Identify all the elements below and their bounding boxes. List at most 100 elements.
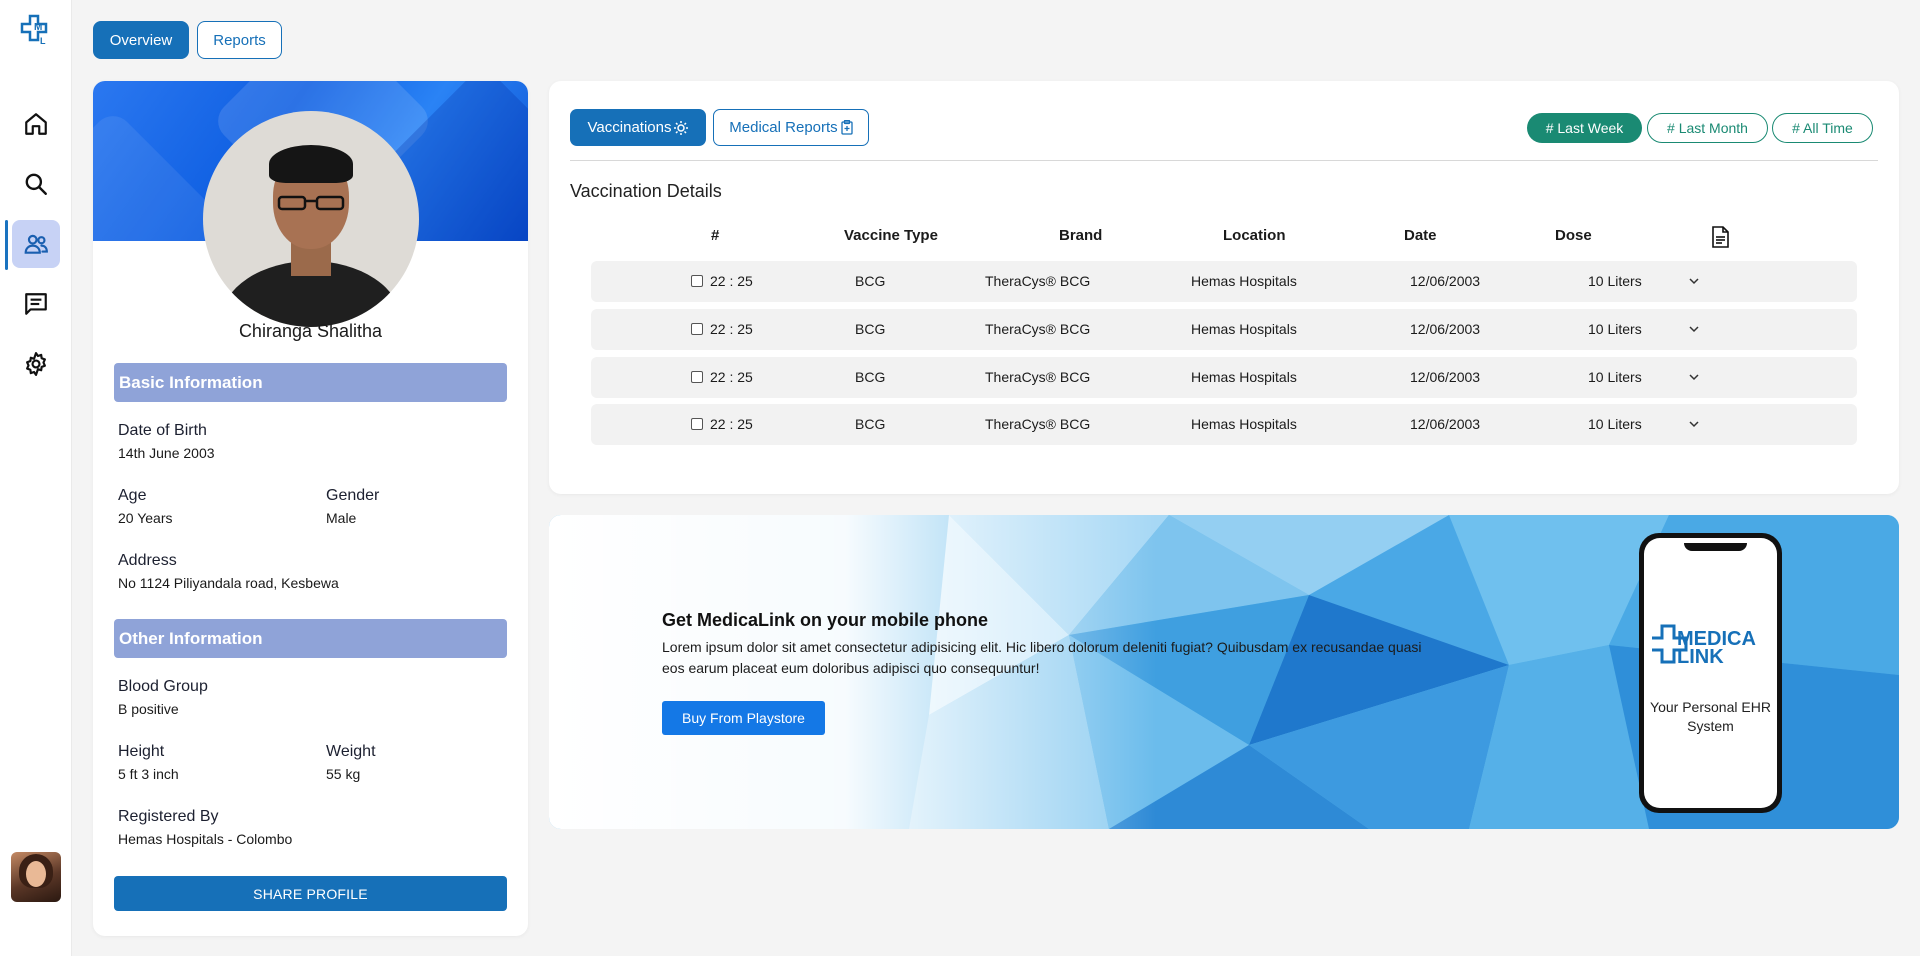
column-header-location: Location xyxy=(1223,227,1286,244)
medicalink-phone-logo: MEDICA LINK xyxy=(1652,624,1756,668)
tab-medical-reports-label: Medical Reports xyxy=(729,119,838,136)
row-dose: 10 Liters xyxy=(1588,273,1642,289)
tab-reports[interactable]: Reports xyxy=(197,21,282,59)
chevron-down-icon[interactable] xyxy=(1687,274,1701,288)
filter-last-week[interactable]: # Last Week xyxy=(1527,113,1642,143)
row-dose: 10 Liters xyxy=(1588,416,1642,432)
row-brand: TheraCys® BCG xyxy=(985,273,1091,289)
profile-photo xyxy=(203,111,419,327)
nav-active-indicator xyxy=(5,220,8,270)
row-time: 22 : 25 xyxy=(710,321,753,337)
table-row[interactable]: 22 : 25 BCG TheraCys® BCG Hemas Hospital… xyxy=(591,404,1857,445)
row-brand: TheraCys® BCG xyxy=(985,369,1091,385)
weight-label: Weight xyxy=(326,743,376,760)
row-date: 12/06/2003 xyxy=(1410,416,1481,432)
row-time: 22 : 25 xyxy=(710,416,753,432)
dob-label: Date of Birth xyxy=(118,422,207,439)
blood-group-value: B positive xyxy=(118,701,179,717)
height-value: 5 ft 3 inch xyxy=(118,766,179,782)
promo-text: Lorem ipsum dolor sit amet consectetur a… xyxy=(662,639,1422,676)
basic-info-header: Basic Information xyxy=(114,363,507,402)
phone-mockup: MEDICA LINK Your Personal EHR System xyxy=(1639,533,1782,813)
column-header-brand: Brand xyxy=(1059,227,1103,244)
tab-medical-reports[interactable]: Medical Reports xyxy=(713,109,869,146)
tab-vaccinations-label: Vaccinations xyxy=(587,119,672,136)
svg-text:M: M xyxy=(34,22,42,33)
nav-patients[interactable] xyxy=(12,220,60,268)
row-checkbox[interactable] xyxy=(691,323,703,335)
profile-name: Chiranga Shalitha xyxy=(238,321,383,341)
column-header-date: Date xyxy=(1404,227,1437,244)
height-label: Height xyxy=(118,743,165,760)
row-location: Hemas Hospitals xyxy=(1191,321,1297,337)
column-header-dose: Dose xyxy=(1555,227,1592,244)
row-brand: TheraCys® BCG xyxy=(985,416,1091,432)
phone-brand-line2: LINK xyxy=(1677,646,1724,668)
vaccination-card: Vaccinations Medical Reports # Last Week… xyxy=(549,81,1899,494)
row-location: Hemas Hospitals xyxy=(1191,273,1297,289)
table-row[interactable]: 22 : 25 BCG TheraCys® BCG Hemas Hospital… xyxy=(591,261,1857,302)
users-icon xyxy=(24,234,48,254)
table-row[interactable]: 22 : 25 BCG TheraCys® BCG Hemas Hospital… xyxy=(591,357,1857,398)
promo-card: Get MedicaLink on your mobile phone Lore… xyxy=(549,515,1899,829)
age-label: Age xyxy=(118,487,147,504)
chat-icon xyxy=(25,293,47,315)
filter-last-month[interactable]: # Last Month xyxy=(1647,113,1768,143)
gender-label: Gender xyxy=(326,487,380,504)
row-time: 22 : 25 xyxy=(710,273,753,289)
phone-screen: MEDICA LINK Your Personal EHR System xyxy=(1644,538,1777,808)
chevron-down-icon[interactable] xyxy=(1687,370,1701,384)
vaccination-details-title: Vaccination Details xyxy=(570,181,722,201)
row-date: 12/06/2003 xyxy=(1410,321,1481,337)
blood-group-label: Blood Group xyxy=(118,678,208,695)
other-info-header: Other Information xyxy=(114,619,507,658)
profile-card: Chiranga Shalitha Basic Information Date… xyxy=(93,81,528,936)
dob-value: 14th June 2003 xyxy=(118,445,215,461)
row-checkbox[interactable] xyxy=(691,371,703,383)
row-location: Hemas Hospitals xyxy=(1191,369,1297,385)
chevron-down-icon[interactable] xyxy=(1687,322,1701,336)
age-value: 20 Years xyxy=(118,510,173,526)
row-vaccine-type: BCG xyxy=(855,321,886,337)
tab-overview[interactable]: Overview xyxy=(93,21,189,59)
table-row[interactable]: 22 : 25 BCG TheraCys® BCG Hemas Hospital… xyxy=(591,309,1857,350)
sidebar: M L xyxy=(0,0,72,956)
column-header-number: # xyxy=(711,227,720,244)
weight-value: 55 kg xyxy=(326,766,361,782)
nav-home[interactable] xyxy=(12,100,60,148)
medicalink-logo[interactable]: M L xyxy=(20,14,52,48)
home-icon xyxy=(25,113,47,135)
registered-by-value: Hemas Hospitals - Colombo xyxy=(118,831,293,847)
address-label: Address xyxy=(118,552,177,569)
phone-tagline: Your Personal EHR System xyxy=(1650,699,1771,734)
chevron-down-icon[interactable] xyxy=(1687,417,1701,431)
avatar-face xyxy=(26,861,46,887)
registered-by-label: Registered By xyxy=(118,808,219,825)
row-vaccine-type: BCG xyxy=(855,369,886,385)
document-icon[interactable] xyxy=(1711,226,1729,248)
row-checkbox[interactable] xyxy=(691,275,703,287)
settings-icon xyxy=(26,352,46,376)
column-header-vaccine-type: Vaccine Type xyxy=(844,227,938,244)
row-dose: 10 Liters xyxy=(1588,369,1642,385)
nav-messages[interactable] xyxy=(12,280,60,328)
current-user-avatar[interactable] xyxy=(11,852,61,902)
nav-settings[interactable] xyxy=(12,340,60,388)
row-location: Hemas Hospitals xyxy=(1191,416,1297,432)
buy-from-playstore-button[interactable]: Buy From Playstore xyxy=(662,701,825,735)
row-date: 12/06/2003 xyxy=(1410,369,1481,385)
row-date: 12/06/2003 xyxy=(1410,273,1481,289)
row-checkbox[interactable] xyxy=(691,418,703,430)
tab-vaccinations[interactable]: Vaccinations xyxy=(570,109,706,146)
promo-title: Get MedicaLink on your mobile phone xyxy=(662,610,989,630)
row-vaccine-type: BCG xyxy=(855,273,886,289)
nav-search[interactable] xyxy=(12,160,60,208)
filter-all-time[interactable]: # All Time xyxy=(1772,113,1873,143)
address-value: No 1124 Piliyandala road, Kesbewa xyxy=(118,575,339,591)
share-profile-button[interactable]: SHARE PROFILE xyxy=(114,876,507,911)
search-icon xyxy=(25,173,47,195)
gender-value: Male xyxy=(326,510,357,526)
clipboard-icon xyxy=(841,120,853,135)
svg-text:L: L xyxy=(40,36,46,46)
row-vaccine-type: BCG xyxy=(855,416,886,432)
